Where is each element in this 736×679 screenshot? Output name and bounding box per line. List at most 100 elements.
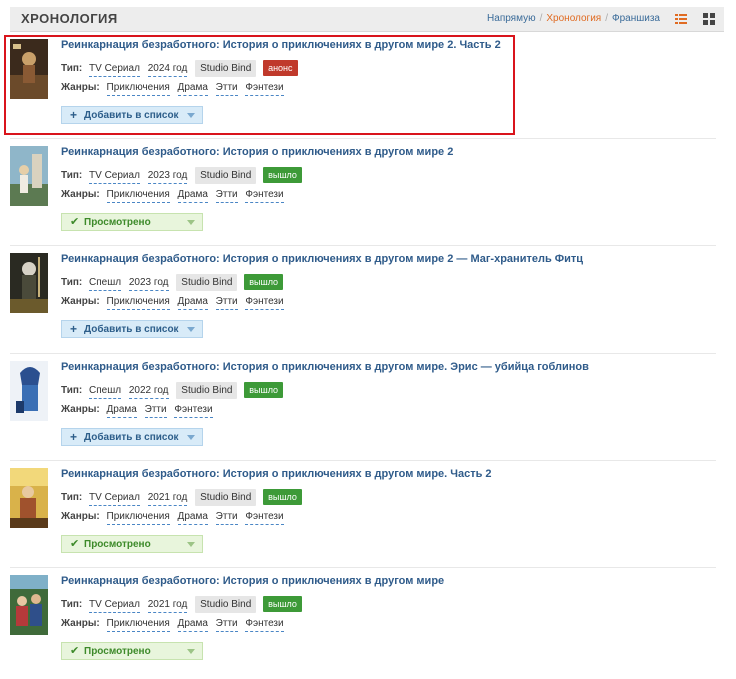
year-link[interactable]: 2023 год (147, 170, 188, 184)
type-row: Тип: TV Сериал 2021 год Studio Bind вышл… (61, 596, 302, 613)
genre-link[interactable]: Этти (215, 618, 238, 632)
status-badge: вышло (263, 596, 302, 612)
button-label: Просмотрено (84, 217, 151, 228)
genre-link[interactable]: Фэнтези (245, 511, 284, 525)
nav-separator: / (605, 13, 608, 24)
genre-link[interactable]: Драма (177, 82, 208, 96)
nav-chronology[interactable]: Хронология (546, 13, 601, 24)
genres-row: Жанры: Приключения Драма Этти Фэнтези (61, 189, 289, 203)
type-link[interactable]: TV Сериал (89, 492, 140, 506)
genre-link[interactable]: Приключения (106, 511, 170, 525)
studio-tag[interactable]: Studio Bind (176, 382, 238, 399)
chevron-down-icon[interactable] (187, 542, 195, 547)
watched-status-button[interactable]: ✔ Просмотрено (61, 213, 203, 231)
genre-link[interactable]: Этти (215, 82, 238, 96)
genre-link[interactable]: Приключения (106, 296, 170, 310)
genre-link[interactable]: Фэнтези (245, 189, 284, 203)
genre-link[interactable]: Фэнтези (174, 404, 213, 418)
chevron-down-icon[interactable] (187, 327, 195, 332)
type-row: Тип: Спешл 2023 год Studio Bind вышло (61, 274, 284, 291)
list-view-icon[interactable] (674, 12, 688, 26)
poster-thumbnail[interactable] (10, 253, 48, 313)
button-label: Добавить в список (84, 324, 179, 335)
poster-thumbnail[interactable] (10, 575, 48, 635)
divider (10, 138, 716, 139)
nav-franchise[interactable]: Франшиза (612, 13, 660, 24)
type-label: Тип: (61, 385, 83, 396)
view-mode-nav: Напрямую / Хронология / Франшиза (487, 13, 660, 24)
plus-icon: + (70, 430, 78, 444)
studio-tag[interactable]: Studio Bind (195, 596, 257, 613)
poster-thumbnail[interactable] (10, 468, 48, 528)
add-to-list-button[interactable]: + Добавить в список (61, 320, 203, 338)
studio-tag[interactable]: Studio Bind (195, 167, 257, 184)
watched-status-button[interactable]: ✔ Просмотрено (61, 642, 203, 660)
section-title: ХРОНОЛОГИЯ (21, 11, 118, 26)
add-to-list-button[interactable]: + Добавить в список (61, 428, 203, 446)
status-badge: анонс (263, 60, 298, 76)
genre-link[interactable]: Этти (215, 296, 238, 310)
button-label: Добавить в список (84, 110, 179, 121)
list-item: Реинкарнация безработного: История о при… (10, 146, 716, 250)
list-item: Реинкарнация безработного: История о при… (10, 468, 716, 572)
entry-title[interactable]: Реинкарнация безработного: История о при… (61, 39, 501, 51)
genres-row: Жанры: Приключения Драма Этти Фэнтези (61, 511, 289, 525)
plus-icon: + (70, 322, 78, 336)
year-link[interactable]: 2022 год (128, 385, 169, 399)
type-row: Тип: TV Сериал 2023 год Studio Bind вышл… (61, 167, 302, 184)
chevron-down-icon[interactable] (187, 113, 195, 118)
genre-link[interactable]: Этти (215, 511, 238, 525)
genre-link[interactable]: Драма (177, 618, 208, 632)
genre-link[interactable]: Фэнтези (245, 296, 284, 310)
studio-tag[interactable]: Studio Bind (176, 274, 238, 291)
genres-label: Жанры: (61, 511, 100, 522)
divider (10, 567, 716, 568)
entry-title[interactable]: Реинкарнация безработного: История о при… (61, 146, 453, 158)
list-item: Реинкарнация безработного: История о при… (10, 361, 716, 465)
button-label: Просмотрено (84, 539, 151, 550)
genre-link[interactable]: Драма (177, 511, 208, 525)
genre-link[interactable]: Фэнтези (245, 618, 284, 632)
genre-link[interactable]: Драма (177, 296, 208, 310)
genre-link[interactable]: Приключения (106, 189, 170, 203)
entry-title[interactable]: Реинкарнация безработного: История о при… (61, 361, 589, 373)
chevron-down-icon[interactable] (187, 435, 195, 440)
type-link[interactable]: TV Сериал (89, 170, 140, 184)
add-to-list-button[interactable]: + Добавить в список (61, 106, 203, 124)
list-item: Реинкарнация безработного: История о при… (10, 253, 716, 357)
status-badge: вышло (263, 489, 302, 505)
genre-link[interactable]: Фэнтези (245, 82, 284, 96)
year-link[interactable]: 2024 год (147, 63, 188, 77)
entry-title[interactable]: Реинкарнация безработного: История о при… (61, 468, 492, 480)
watched-status-button[interactable]: ✔ Просмотрено (61, 535, 203, 553)
type-link[interactable]: Спешл (89, 385, 122, 399)
type-label: Тип: (61, 492, 83, 503)
genre-link[interactable]: Этти (144, 404, 167, 418)
genre-link[interactable]: Этти (215, 189, 238, 203)
section-header: ХРОНОЛОГИЯ Напрямую / Хронология / Франшиза (10, 7, 724, 32)
studio-tag[interactable]: Studio Bind (195, 60, 257, 77)
genre-link[interactable]: Драма (106, 404, 137, 418)
genres-label: Жанры: (61, 189, 100, 200)
type-link[interactable]: TV Сериал (89, 599, 140, 613)
genre-link[interactable]: Приключения (106, 618, 170, 632)
genres-label: Жанры: (61, 82, 100, 93)
genres-row: Жанры: Приключения Драма Этти Фэнтези (61, 618, 289, 632)
chevron-down-icon[interactable] (187, 649, 195, 654)
type-link[interactable]: Спешл (89, 277, 122, 291)
genre-link[interactable]: Драма (177, 189, 208, 203)
year-link[interactable]: 2021 год (147, 492, 188, 506)
entry-title[interactable]: Реинкарнация безработного: История о при… (61, 253, 583, 265)
studio-tag[interactable]: Studio Bind (195, 489, 257, 506)
nav-direct[interactable]: Напрямую (487, 13, 536, 24)
grid-view-icon[interactable] (702, 12, 716, 26)
chevron-down-icon[interactable] (187, 220, 195, 225)
poster-thumbnail[interactable] (10, 146, 48, 206)
poster-thumbnail[interactable] (10, 361, 48, 421)
year-link[interactable]: 2023 год (128, 277, 169, 291)
type-link[interactable]: TV Сериал (89, 63, 140, 77)
entry-title[interactable]: Реинкарнация безработного: История о при… (61, 575, 444, 587)
year-link[interactable]: 2021 год (147, 599, 188, 613)
poster-thumbnail[interactable] (10, 39, 48, 99)
genre-link[interactable]: Приключения (106, 82, 170, 96)
